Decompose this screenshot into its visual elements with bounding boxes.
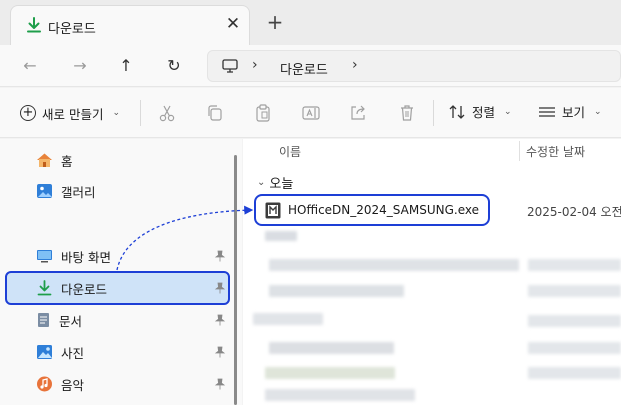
annotation-arrow xyxy=(116,205,254,271)
